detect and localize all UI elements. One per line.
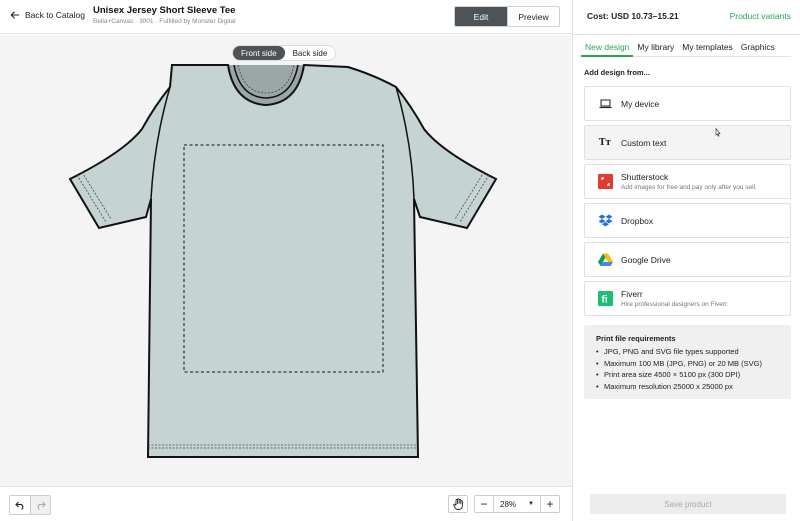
shirt-body [68, 63, 498, 458]
mode-switch: Edit Preview [454, 6, 560, 27]
tshirt-mockup [68, 63, 498, 458]
svg-text:fi: fi [601, 295, 607, 306]
requirement-item: Print area size 4500 × 5100 px (300 DPI) [596, 369, 779, 381]
undo-button[interactable] [10, 496, 30, 514]
side-toggle: Front side Back side [232, 45, 337, 61]
back-side-button[interactable]: Back side [285, 46, 336, 60]
back-label: Back to Catalog [25, 10, 86, 20]
source-desc: Hire professional designers on Fiverr. [621, 301, 729, 308]
google-drive-icon [597, 252, 613, 268]
product-subtitle: Bella+Canvas · 3001 · Fulfilled by Monst… [93, 18, 236, 25]
product-title: Unisex Jersey Short Sleeve Tee [93, 5, 236, 16]
canvas-toolbar: − 28% ▼ + [0, 486, 572, 521]
front-side-button[interactable]: Front side [233, 46, 285, 60]
requirement-item: JPG, PNG and SVG file types supported [596, 346, 779, 358]
arrow-left-icon [10, 11, 19, 19]
cost-label: Cost: USD 10.73–15.21 [587, 11, 679, 21]
zoom-select[interactable]: 28% ▼ [493, 496, 541, 512]
source-name: Dropbox [621, 215, 654, 226]
source-my-device[interactable]: My device [584, 86, 791, 121]
tab-graphics[interactable]: Graphics [737, 40, 779, 57]
shutterstock-icon [597, 174, 613, 190]
zoom-in-button[interactable]: + [541, 496, 559, 512]
source-custom-text[interactable]: Tт Custom text [584, 125, 791, 160]
hand-icon [452, 498, 463, 510]
minus-icon: − [480, 497, 488, 511]
source-name: Custom text [621, 137, 667, 148]
source-desc: Add images for free and pay only after y… [621, 184, 757, 191]
tab-new-design[interactable]: New design [581, 40, 634, 57]
tab-my-templates[interactable]: My templates [678, 40, 737, 57]
source-fiverr[interactable]: fi Fiverr Hire professional designers on… [584, 281, 791, 316]
laptop-icon [597, 96, 613, 112]
product-variants-link[interactable]: Product variants [730, 11, 791, 21]
mouse-cursor-icon [715, 127, 721, 137]
requirement-item: Maximum 100 MB (JPG, PNG) or 20 MB (SVG) [596, 358, 779, 370]
add-design-heading: Add design from... [584, 68, 650, 77]
zoom-value: 28% [500, 499, 517, 509]
design-tabs: New design My library My templates Graph… [581, 40, 791, 57]
dropbox-icon [597, 213, 613, 229]
redo-button[interactable] [30, 496, 50, 514]
source-name: Google Drive [621, 254, 671, 265]
source-name: Shutterstock [621, 172, 669, 182]
source-name: My device [621, 98, 660, 109]
history-controls [9, 495, 51, 515]
fiverr-icon: fi [597, 291, 613, 307]
divider [573, 34, 800, 35]
requirements-title: Print file requirements [596, 334, 676, 343]
back-to-catalog-link[interactable]: Back to Catalog [10, 10, 85, 20]
design-canvas[interactable]: Front side Back side [0, 35, 572, 486]
plus-icon: + [546, 497, 554, 511]
source-shutterstock[interactable]: Shutterstock Add images for free and pay… [584, 164, 791, 199]
redo-icon [37, 501, 46, 510]
tab-my-library[interactable]: My library [633, 40, 678, 57]
design-panel: Cost: USD 10.73–15.21 Product variants N… [572, 0, 800, 521]
text-icon: Tт [598, 137, 612, 148]
undo-icon [14, 501, 23, 510]
source-name: Fiverr [621, 289, 643, 299]
preview-button[interactable]: Preview [507, 7, 559, 26]
zoom-control: − 28% ▼ + [474, 495, 560, 513]
requirement-item: Maximum resolution 25000 x 25000 px [596, 381, 779, 393]
print-requirements: Print file requirements JPG, PNG and SVG… [584, 325, 791, 399]
top-header: Back to Catalog Unisex Jersey Short Slee… [0, 0, 572, 34]
save-product-button[interactable]: Save product [590, 494, 786, 514]
source-dropbox[interactable]: Dropbox [584, 203, 791, 238]
source-google-drive[interactable]: Google Drive [584, 242, 791, 277]
edit-button[interactable]: Edit [455, 7, 507, 26]
caret-down-icon: ▼ [528, 501, 534, 507]
pan-tool-button[interactable] [448, 495, 468, 513]
zoom-out-button[interactable]: − [475, 496, 493, 512]
